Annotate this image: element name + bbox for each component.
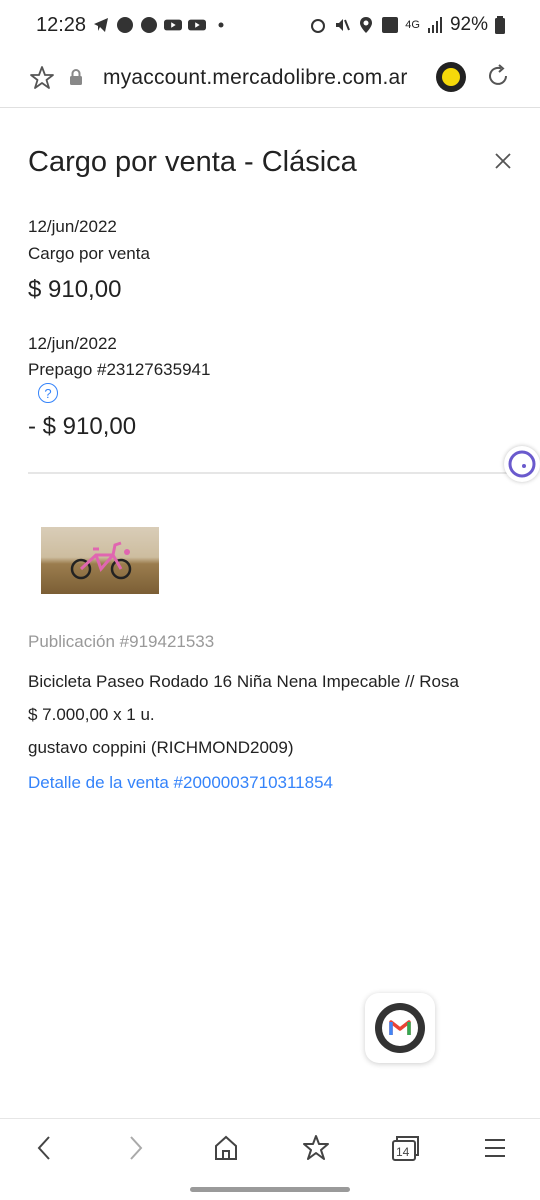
charge-label: Cargo por venta <box>28 244 150 263</box>
floating-assistant-button[interactable] <box>504 446 540 482</box>
charge-date: 12/jun/2022 <box>28 217 117 236</box>
volte-icon <box>382 17 399 33</box>
chat-app-icon-2 <box>141 17 157 33</box>
gesture-home-indicator[interactable] <box>190 1187 350 1192</box>
home-icon[interactable] <box>212 1133 240 1163</box>
more-dot-icon <box>218 22 224 28</box>
prepay-amount: - $ 910,00 <box>28 413 137 440</box>
gmail-icon <box>375 1003 425 1053</box>
forward-icon[interactable] <box>124 1133 148 1163</box>
bicycle-image <box>70 541 132 580</box>
tabs-button[interactable]: 14 <box>390 1133 420 1163</box>
lock-icon[interactable] <box>68 68 84 86</box>
product-title: Bicicleta Paseo Rodado 16 Niña Nena Impe… <box>28 672 459 691</box>
prepay-date: 12/jun/2022 <box>28 334 117 353</box>
gmail-floating-bubble[interactable] <box>365 993 435 1063</box>
chat-app-icon <box>117 17 133 33</box>
browser-url-bar: myaccount.mercadolibre.com.ar <box>0 52 540 108</box>
menu-icon[interactable] <box>482 1133 508 1163</box>
mute-icon <box>336 19 351 31</box>
network-type: 4G <box>405 19 420 31</box>
battery-icon <box>495 16 505 34</box>
help-icon[interactable]: ? <box>38 383 58 403</box>
assistant-ring-icon <box>508 450 536 478</box>
prepay-label: Prepago #23127635941 <box>28 360 211 379</box>
product-thumbnail[interactable] <box>41 527 159 594</box>
divider <box>28 472 518 474</box>
bookmark-star-icon[interactable] <box>28 64 56 92</box>
publication-id: Publicación #919421533 <box>28 632 215 651</box>
close-icon[interactable] <box>492 150 514 172</box>
status-bar: 12:28 4G 92% <box>0 0 540 52</box>
status-time: 12:28 <box>36 14 87 36</box>
sale-detail-link[interactable]: Detalle de la venta #2000003710311854 <box>28 773 333 793</box>
alarm-icon <box>311 19 326 33</box>
browser-bottom-bar: 14 <box>0 1118 540 1181</box>
tab-count: 14 <box>396 1145 410 1159</box>
youtube-icon <box>164 19 182 31</box>
location-icon <box>360 17 373 33</box>
back-icon[interactable] <box>32 1133 56 1163</box>
product-price: $ 7.000,00 x 1 u. <box>28 705 155 724</box>
battery-percent: 92% <box>449 14 488 35</box>
signal-icon <box>427 17 442 33</box>
charge-amount: $ 910,00 <box>28 276 122 303</box>
telegram-icon <box>94 18 108 32</box>
youtube-icon-2 <box>188 19 206 31</box>
page-title: Cargo por venta - Clásica <box>28 146 357 178</box>
system-icons: 4G 92% <box>309 14 506 36</box>
buyer-name: gustavo coppini (RICHMOND2009) <box>28 738 294 757</box>
url-text[interactable]: myaccount.mercadolibre.com.ar <box>103 66 408 90</box>
bookmarks-star-icon[interactable] <box>301 1133 331 1163</box>
reload-icon[interactable] <box>484 62 512 90</box>
notification-icons <box>92 16 230 34</box>
extension-icon[interactable] <box>436 62 466 92</box>
